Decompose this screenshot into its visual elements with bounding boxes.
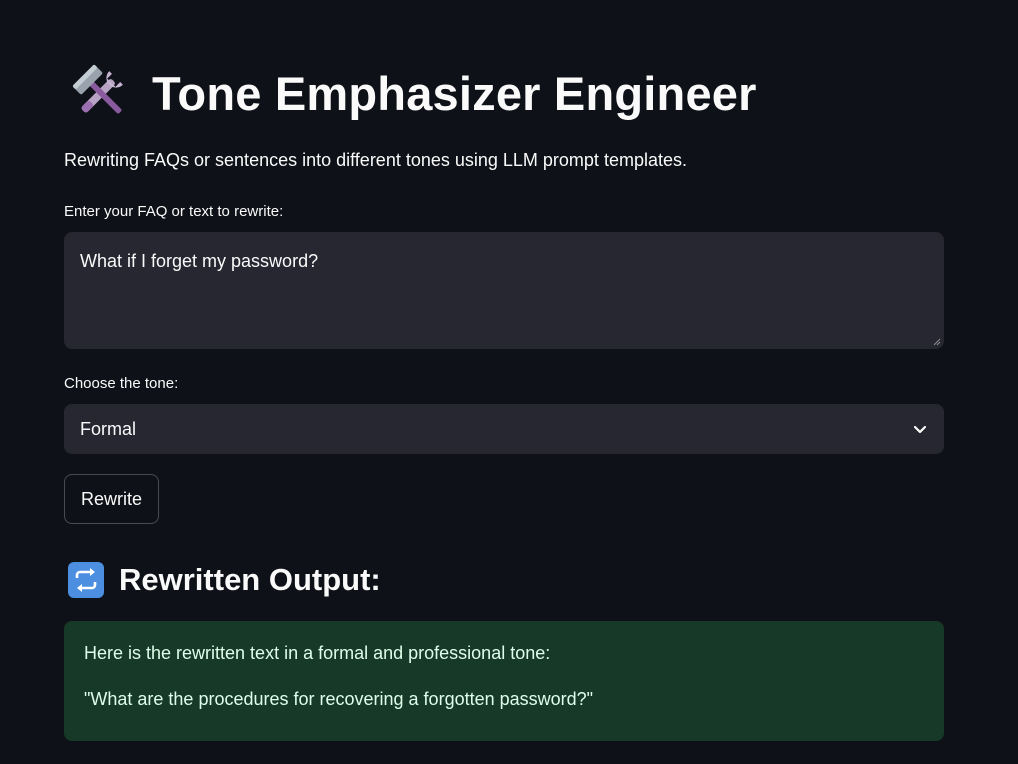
tone-selected-value: Formal bbox=[80, 418, 137, 439]
page-subtitle: Rewriting FAQs or sentences into differe… bbox=[64, 150, 687, 170]
page-title: Tone Emphasizer Engineer bbox=[152, 66, 757, 120]
output-header: Rewritten Output: bbox=[68, 558, 381, 602]
faq-text-area[interactable]: What if I forget my password? bbox=[64, 232, 944, 349]
faq-text-value: What if I forget my password? bbox=[80, 251, 319, 271]
tone-select[interactable]: Formal bbox=[64, 404, 944, 454]
resize-handle-icon[interactable] bbox=[933, 338, 941, 346]
rewrite-button[interactable]: Rewrite bbox=[64, 474, 159, 524]
chevron-down-icon bbox=[913, 425, 927, 434]
output-title: Rewritten Output: bbox=[119, 562, 381, 597]
output-line: Here is the rewritten text in a formal a… bbox=[84, 643, 551, 663]
text-input-label: Enter your FAQ or text to rewrite: bbox=[64, 203, 284, 220]
repeat-arrows-icon bbox=[68, 562, 104, 598]
hammer-and-wrench-icon bbox=[73, 65, 123, 114]
page-header: Tone Emphasizer Engineer bbox=[70, 58, 757, 128]
output-line: "What are the procedures for recovering … bbox=[84, 689, 594, 709]
rewritten-output-box: Here is the rewritten text in a formal a… bbox=[64, 621, 944, 741]
tone-select-label: Choose the tone: bbox=[64, 375, 179, 392]
